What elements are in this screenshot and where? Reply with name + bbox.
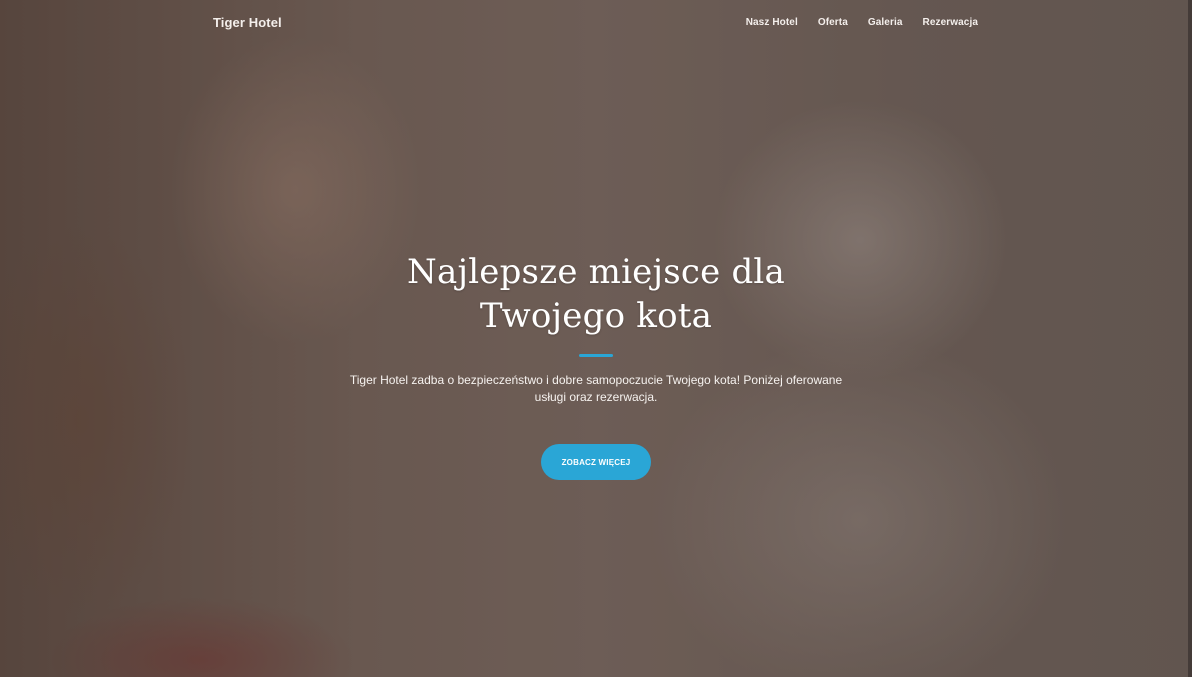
- title-divider: [579, 354, 613, 357]
- nav-link-nasz-hotel[interactable]: Nasz Hotel: [746, 17, 798, 28]
- hero-title-line-1: Najlepsze miejsce dla: [407, 252, 785, 292]
- hero-section: Tiger Hotel Nasz Hotel Oferta Galeria Re…: [0, 0, 1192, 677]
- nav-link-oferta[interactable]: Oferta: [818, 17, 848, 28]
- nav-link-rezerwacja[interactable]: Rezerwacja: [923, 17, 978, 28]
- window-edge: [1188, 0, 1192, 677]
- see-more-button[interactable]: ZOBACZ WIĘCEJ: [541, 444, 651, 480]
- hero-title-line-2: Twojego kota: [479, 296, 713, 336]
- nav-link-galeria[interactable]: Galeria: [868, 17, 903, 28]
- hero-subtitle: Tiger Hotel zadba o bezpieczeństwo i dob…: [349, 373, 843, 404]
- top-nav: Nasz Hotel Oferta Galeria Rezerwacja: [746, 17, 978, 28]
- hero-content: Najlepsze miejsce dla Twojego kota Tiger…: [0, 250, 1192, 480]
- brand-logo[interactable]: Tiger Hotel: [213, 15, 282, 30]
- hero-title: Najlepsze miejsce dla Twojego kota: [0, 250, 1192, 338]
